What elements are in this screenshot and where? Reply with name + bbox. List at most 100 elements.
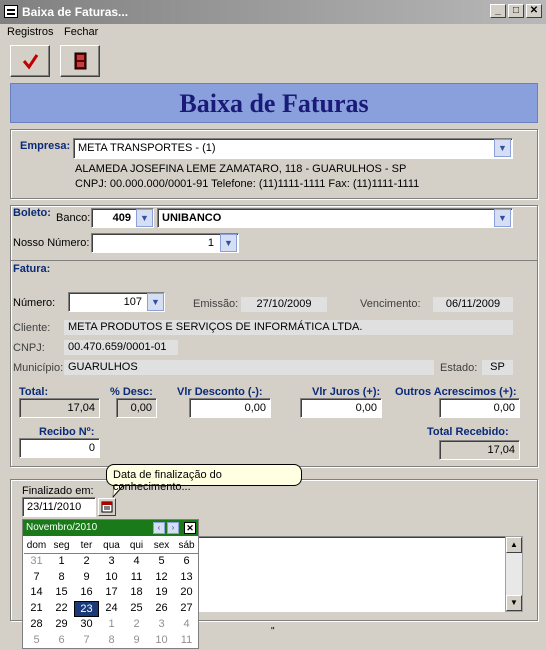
calendar-next-icon[interactable]: › <box>167 522 179 534</box>
calendar-day[interactable]: 16 <box>74 585 99 601</box>
banco-name-dropdown-icon[interactable]: ▼ <box>494 209 511 227</box>
numero-dropdown-icon[interactable]: ▼ <box>147 293 164 311</box>
finalizado-em-label: Finalizado em: <box>22 485 94 497</box>
calendar-day[interactable]: 2 <box>124 617 149 633</box>
calendar-prev-icon[interactable]: ‹ <box>153 522 165 534</box>
recibo-field[interactable]: 0 <box>19 438 100 458</box>
estado-label: Estado: <box>440 362 478 374</box>
calendar-day[interactable]: 31 <box>24 554 49 570</box>
calendar-day[interactable]: 11 <box>174 633 199 649</box>
calendar-day[interactable]: 13 <box>174 570 199 586</box>
calendar-day[interactable]: 28 <box>24 617 49 633</box>
confirm-button[interactable] <box>10 45 50 77</box>
calendar-day[interactable]: 1 <box>49 554 74 570</box>
calendar-day[interactable]: 9 <box>74 570 99 586</box>
calendar-weekday: qui <box>124 538 149 554</box>
nosso-numero-dropdown-icon[interactable]: ▼ <box>220 234 237 252</box>
calendar-day[interactable]: 12 <box>149 570 174 586</box>
calendar-icon <box>101 501 113 513</box>
calendar-weekday: ter <box>74 538 99 554</box>
nosso-numero-label: Nosso Número: <box>13 237 90 249</box>
scroll-up-icon[interactable]: ▲ <box>506 537 522 553</box>
calendar-day-selected[interactable]: 23 <box>74 601 99 617</box>
numero-label: Número: <box>13 297 56 309</box>
cnpj-value: 00.470.659/0001-01 <box>64 340 178 355</box>
fatura-label: Fatura: <box>13 263 51 275</box>
menu-registros[interactable]: Registros <box>7 26 53 38</box>
calendar-day[interactable]: 7 <box>74 633 99 649</box>
observacoes-scrollbar[interactable]: ▲ ▼ <box>505 536 523 612</box>
calendar-day[interactable]: 10 <box>149 633 174 649</box>
total-recebido-value: 17,04 <box>439 440 520 460</box>
observacoes-field[interactable] <box>196 536 506 612</box>
calendar-day[interactable]: 7 <box>24 570 49 586</box>
calendar-day[interactable]: 22 <box>49 601 74 617</box>
calendar-day[interactable]: 8 <box>49 570 74 586</box>
calendar-day[interactable]: 10 <box>99 570 124 586</box>
calendar-day[interactable]: 14 <box>24 585 49 601</box>
total-value: 17,04 <box>19 398 100 418</box>
numero-value: 107 <box>123 296 142 308</box>
juros-field[interactable]: 0,00 <box>300 398 382 418</box>
scroll-down-icon[interactable]: ▼ <box>506 595 522 611</box>
minimize-button[interactable]: _ <box>490 4 506 18</box>
tooltip: Data de finalização do conhecimento... <box>106 464 302 493</box>
calendar-day[interactable]: 25 <box>124 601 149 617</box>
banco-label: Banco: <box>56 212 91 224</box>
outros-acrescimos-field[interactable]: 0,00 <box>439 398 520 418</box>
empresa-select[interactable]: META TRANSPORTES - (1) <box>73 138 513 159</box>
calendar-day[interactable]: 26 <box>149 601 174 617</box>
finalizado-em-field[interactable]: 23/11/2010 <box>22 497 96 517</box>
calendar-day[interactable]: 4 <box>124 554 149 570</box>
calendar-day[interactable]: 5 <box>149 554 174 570</box>
app-icon <box>4 5 18 18</box>
nosso-numero-field[interactable]: 1 <box>91 233 239 253</box>
calendar-day[interactable]: 11 <box>124 570 149 586</box>
calendar-day[interactable]: 8 <box>99 633 124 649</box>
calendar-close-icon[interactable]: ✕ <box>184 522 196 534</box>
calendar-day[interactable]: 27 <box>174 601 199 617</box>
close-window-button[interactable]: ✕ <box>526 4 542 18</box>
calendar-weekday: dom <box>24 538 49 554</box>
calendar-day[interactable]: 21 <box>24 601 49 617</box>
status-marker: " <box>271 626 275 637</box>
calendar-day[interactable]: 20 <box>174 585 199 601</box>
calendar-day[interactable]: 24 <box>99 601 124 617</box>
calendar-day[interactable]: 30 <box>74 617 99 633</box>
banco-code-dropdown-icon[interactable]: ▼ <box>136 209 153 227</box>
calendar-day[interactable]: 15 <box>49 585 74 601</box>
empresa-label: Empresa: <box>20 140 71 152</box>
calendar-day[interactable]: 5 <box>24 633 49 649</box>
outros-acrescimos-label: Outros Acrescimos (+): <box>395 386 517 398</box>
calendar-weekday-row: dom seg ter qua qui sex sáb <box>24 538 199 554</box>
calendar-day[interactable]: 18 <box>124 585 149 601</box>
menu-fechar[interactable]: Fechar <box>64 26 98 38</box>
emissao-label: Emissão: <box>193 298 239 310</box>
calendar-day[interactable]: 17 <box>99 585 124 601</box>
calendar-week-row: 5 6 7 8 9 10 11 <box>24 633 199 649</box>
calendar-week-row: 7 8 9 10 11 12 13 <box>24 570 199 586</box>
recibo-label: Recibo Nº: <box>39 426 95 438</box>
calendar-week-row: 14 15 16 17 18 19 20 <box>24 585 199 601</box>
maximize-button[interactable]: □ <box>508 4 524 18</box>
calendar-day[interactable]: 6 <box>174 554 199 570</box>
empresa-contact: CNPJ: 00.000.000/0001-91 Telefone: (11)1… <box>75 178 420 190</box>
calendar-day[interactable]: 29 <box>49 617 74 633</box>
exit-button[interactable] <box>60 45 100 77</box>
nosso-numero-value: 1 <box>207 237 214 249</box>
calendar-day[interactable]: 6 <box>49 633 74 649</box>
calendar-day[interactable]: 3 <box>99 554 124 570</box>
calendar-day[interactable]: 3 <box>149 617 174 633</box>
calendar-day[interactable]: 9 <box>124 633 149 649</box>
cliente-value: META PRODUTOS E SERVIÇOS DE INFORMÁTICA … <box>64 320 513 335</box>
calendar-day[interactable]: 2 <box>74 554 99 570</box>
calendar-day[interactable]: 4 <box>174 617 199 633</box>
banco-name-select[interactable]: UNIBANCO <box>157 208 513 228</box>
vlr-desconto-field[interactable]: 0,00 <box>189 398 271 418</box>
calendar-day[interactable]: 19 <box>149 585 174 601</box>
calendar-day[interactable]: 1 <box>99 617 124 633</box>
empresa-dropdown-icon[interactable]: ▼ <box>494 139 511 157</box>
calendar-button[interactable] <box>98 498 116 516</box>
divider <box>11 260 537 261</box>
total-label: Total: <box>19 386 49 398</box>
